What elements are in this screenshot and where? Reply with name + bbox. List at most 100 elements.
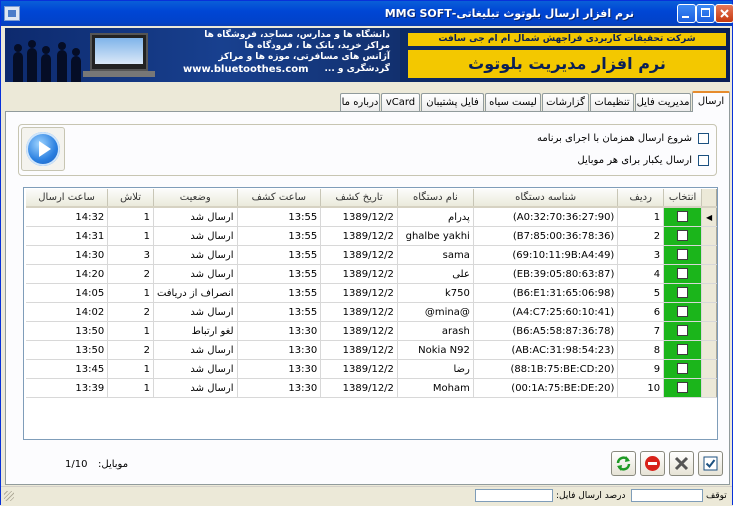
col-attempts[interactable]: تلاش bbox=[107, 189, 154, 208]
tab-backup-file[interactable]: فایل پشتیبان bbox=[421, 93, 484, 111]
start-with-app-option[interactable]: شروع ارسال همزمان با اجرای برنامه bbox=[537, 131, 709, 145]
table-row[interactable]: 13:45 1 ارسال شد 13:30 1389/12/2 رضا (88… bbox=[26, 359, 717, 379]
cell-select[interactable] bbox=[663, 207, 703, 227]
row-select-checkbox[interactable] bbox=[677, 249, 689, 261]
row-header[interactable] bbox=[701, 245, 717, 265]
silhouette-figure bbox=[57, 42, 67, 82]
cell-select[interactable] bbox=[663, 340, 703, 360]
cell-row: 10 bbox=[617, 378, 665, 398]
table-row[interactable]: 14:05 1 انصراف از دریافت 13:55 1389/12/2… bbox=[26, 283, 717, 303]
cell-attempts: 2 bbox=[107, 264, 154, 284]
table-row[interactable]: 14:31 1 ارسال شد 13:55 1389/12/2 ghalbe … bbox=[26, 226, 717, 246]
col-send-time[interactable]: ساعت ارسال bbox=[26, 189, 109, 208]
row-select-checkbox[interactable] bbox=[677, 211, 689, 223]
col-discover-time[interactable]: ساعت کشف bbox=[237, 189, 322, 208]
banner-right: شرکت تحقیقات کاربردی فراجهش شمال ام ام ج… bbox=[400, 28, 730, 82]
col-device-name[interactable]: نام دستگاه bbox=[397, 189, 474, 208]
row-select-checkbox[interactable] bbox=[677, 230, 689, 242]
row-select-checkbox[interactable] bbox=[677, 287, 689, 299]
col-status[interactable]: وضعیت bbox=[153, 189, 238, 208]
row-header[interactable] bbox=[701, 302, 717, 322]
banner-url: www.bluetoothes.com bbox=[183, 64, 309, 75]
table-row[interactable]: 14:20 2 ارسال شد 13:55 1389/12/2 علی (EB… bbox=[26, 264, 717, 284]
table-row[interactable]: 13:39 1 ارسال شد 13:30 1389/12/2 Moham (… bbox=[26, 378, 717, 398]
tab-reports[interactable]: گزارشات bbox=[542, 93, 589, 111]
maximize-button[interactable] bbox=[696, 4, 715, 23]
check-icon bbox=[703, 456, 718, 471]
row-header[interactable] bbox=[701, 283, 717, 303]
cell-attempts: 1 bbox=[107, 359, 154, 379]
row-select-checkbox[interactable] bbox=[677, 344, 689, 356]
cell-select[interactable] bbox=[663, 264, 703, 284]
cell-select[interactable] bbox=[663, 359, 703, 379]
stop-button[interactable] bbox=[640, 451, 665, 476]
cell-row: 7 bbox=[617, 321, 665, 341]
cell-select[interactable] bbox=[663, 226, 703, 246]
cell-device-id: (69:10:11:9B:A4:49) bbox=[473, 245, 619, 265]
row-select-checkbox[interactable] bbox=[677, 382, 689, 394]
cell-discover-date: 1389/12/2 bbox=[320, 264, 398, 284]
start-with-app-checkbox[interactable] bbox=[698, 132, 709, 144]
row-header[interactable] bbox=[701, 378, 717, 398]
current-row-indicator[interactable]: ◀ bbox=[701, 207, 717, 227]
table-row[interactable]: 13:50 1 لغو ارتباط 13:30 1389/12/2 arash… bbox=[26, 321, 717, 341]
cell-discover-time: 13:30 bbox=[237, 340, 322, 360]
start-send-button[interactable] bbox=[21, 127, 65, 171]
resize-grip[interactable] bbox=[4, 491, 14, 501]
cell-status: ارسال شد bbox=[153, 226, 238, 246]
row-header[interactable] bbox=[701, 321, 717, 341]
close-button[interactable] bbox=[715, 4, 733, 23]
table-row[interactable]: 14:02 2 ارسال شد 13:55 1389/12/2 @mina@ … bbox=[26, 302, 717, 322]
cell-device-id: (A0:32:70:36:27:90) bbox=[473, 207, 619, 227]
start-with-app-label: شروع ارسال همزمان با اجرای برنامه bbox=[537, 132, 692, 144]
app-icon[interactable] bbox=[4, 6, 20, 21]
cell-device-name: @mina@ bbox=[397, 302, 474, 322]
cell-select[interactable] bbox=[663, 245, 703, 265]
col-select[interactable]: انتخاب bbox=[663, 189, 703, 208]
send-once-checkbox[interactable] bbox=[698, 154, 709, 166]
cell-send-time: 14:32 bbox=[26, 207, 109, 227]
col-discover-date[interactable]: تاریخ کشف bbox=[320, 189, 398, 208]
tab-about[interactable]: درباره ما bbox=[340, 93, 380, 111]
devices-grid[interactable]: ساعت ارسال تلاش وضعیت ساعت کشف تاریخ کشف… bbox=[23, 187, 718, 440]
tab-file-management[interactable]: مدیریت فایل bbox=[635, 93, 691, 111]
send-once-option[interactable]: ارسال یکبار برای هر موبایل bbox=[577, 153, 709, 167]
cell-select[interactable] bbox=[663, 321, 703, 341]
tab-settings[interactable]: تنظیمات bbox=[590, 93, 634, 111]
row-select-checkbox[interactable] bbox=[677, 325, 689, 337]
row-select-checkbox[interactable] bbox=[677, 363, 689, 375]
row-header[interactable] bbox=[701, 264, 717, 284]
cell-attempts: 3 bbox=[107, 245, 154, 265]
row-header[interactable] bbox=[701, 226, 717, 246]
table-row[interactable]: 13:50 2 ارسال شد 13:30 1389/12/2 Nokia N… bbox=[26, 340, 717, 360]
row-select-checkbox[interactable] bbox=[677, 268, 689, 280]
cell-select[interactable] bbox=[663, 302, 703, 322]
minimize-button[interactable] bbox=[677, 4, 696, 23]
tab-vcard[interactable]: vCard bbox=[381, 93, 420, 111]
banner-text-line2: مراکز خرید، بانک ها ، فرودگاه ها bbox=[244, 41, 390, 51]
app-window: نرم افزار ارسال بلوتوث تبلیغاتی-MMG SOFT… bbox=[0, 0, 733, 506]
tab-send[interactable]: ارسال bbox=[692, 91, 730, 112]
cell-status: ارسال شد bbox=[153, 207, 238, 227]
select-all-button[interactable] bbox=[698, 451, 723, 476]
cell-select[interactable] bbox=[663, 283, 703, 303]
refresh-button[interactable] bbox=[611, 451, 636, 476]
row-header[interactable] bbox=[701, 359, 717, 379]
cell-discover-date: 1389/12/2 bbox=[320, 359, 398, 379]
col-row[interactable]: ردیف bbox=[617, 189, 665, 208]
cell-attempts: 2 bbox=[107, 302, 154, 322]
cell-select[interactable] bbox=[663, 378, 703, 398]
row-header[interactable] bbox=[701, 340, 717, 360]
cell-discover-time: 13:30 bbox=[237, 321, 322, 341]
silhouette-figure bbox=[27, 40, 37, 82]
cancel-button[interactable] bbox=[669, 451, 694, 476]
play-icon bbox=[26, 132, 60, 166]
cell-send-time: 13:45 bbox=[26, 359, 109, 379]
stop-status-field bbox=[631, 489, 703, 502]
title-bar[interactable]: نرم افزار ارسال بلوتوث تبلیغاتی-MMG SOFT bbox=[1, 1, 733, 26]
table-row[interactable]: 14:32 1 ارسال شد 13:55 1389/12/2 پدرام (… bbox=[26, 207, 717, 227]
row-select-checkbox[interactable] bbox=[677, 306, 689, 318]
col-device-id[interactable]: شناسه دستگاه bbox=[473, 189, 619, 208]
tab-blacklist[interactable]: لیست سیاه bbox=[485, 93, 541, 111]
table-row[interactable]: 14:30 3 ارسال شد 13:55 1389/12/2 sama (6… bbox=[26, 245, 717, 265]
